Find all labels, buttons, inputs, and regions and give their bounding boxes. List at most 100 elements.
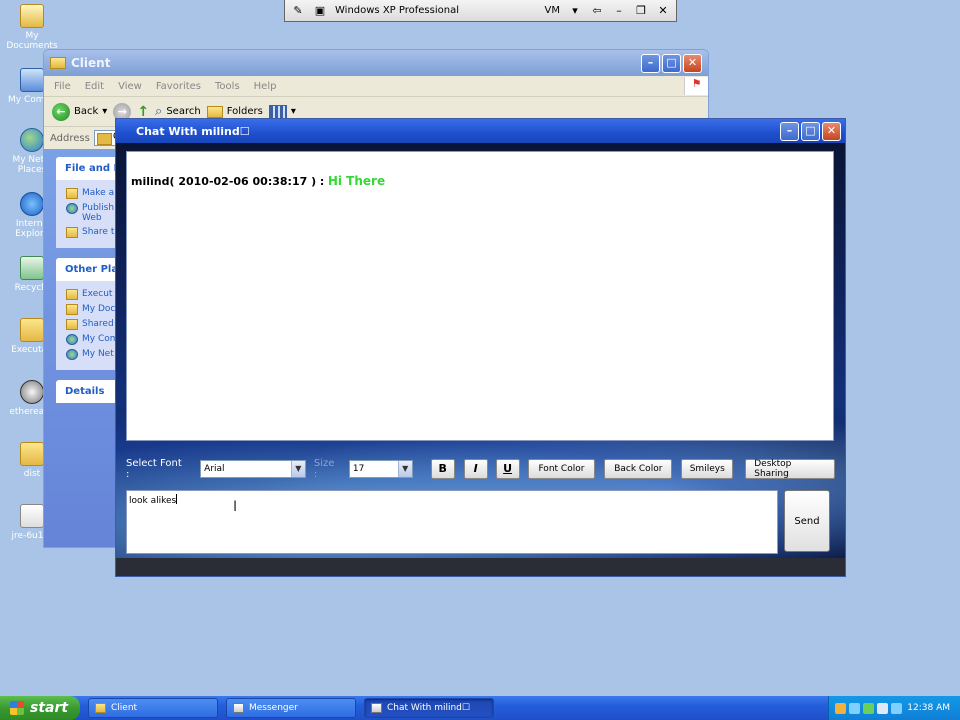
explorer-menubar: File Edit View Favorites Tools Help ⚑ bbox=[44, 76, 708, 97]
folder-icon bbox=[20, 442, 44, 466]
message-input-value: look alikes bbox=[129, 496, 177, 506]
publish-web-icon bbox=[66, 203, 78, 214]
internet-explorer-icon bbox=[20, 192, 44, 216]
network-icon bbox=[20, 128, 44, 152]
size-label: Size : bbox=[313, 458, 335, 480]
folders-label: Folders bbox=[226, 106, 263, 117]
size-select[interactable]: 17 ▼ bbox=[348, 460, 413, 478]
font-select[interactable]: Arial ▼ bbox=[200, 460, 306, 478]
share-folder-icon bbox=[66, 227, 78, 238]
close-button[interactable]: ✕ bbox=[683, 53, 702, 73]
close-icon[interactable]: ✕ bbox=[656, 4, 670, 17]
explorer-title: Client bbox=[71, 56, 111, 70]
explorer-titlebar[interactable]: Client – □ ✕ bbox=[44, 50, 708, 76]
java-installer-icon bbox=[20, 504, 44, 528]
task-make-folder[interactable]: Make a bbox=[66, 188, 116, 199]
pin-icon[interactable]: ✎ bbox=[291, 4, 305, 17]
task-label: Make a bbox=[82, 188, 115, 198]
security-alert-icon[interactable] bbox=[835, 702, 846, 714]
message-sender: milind( 2010-02-06 00:38:17 ) : bbox=[131, 175, 325, 188]
back-button[interactable]: ← Back ▾ bbox=[52, 102, 108, 121]
folder-icon bbox=[95, 703, 106, 713]
computer-icon bbox=[66, 334, 78, 345]
minimize-icon[interactable]: – bbox=[612, 4, 626, 17]
back-color-button[interactable]: Back Color bbox=[604, 459, 673, 479]
place-label: Execut bbox=[82, 289, 113, 299]
task-publish-web[interactable]: Publish Web bbox=[66, 203, 116, 223]
menu-tools[interactable]: Tools bbox=[215, 81, 240, 92]
taskbar-item-messenger[interactable]: Messenger bbox=[226, 698, 356, 718]
java-app-icon bbox=[233, 703, 244, 713]
other-places-head[interactable]: Other Plac bbox=[56, 258, 116, 281]
details-head[interactable]: Details bbox=[56, 380, 116, 403]
folder-icon bbox=[66, 289, 78, 300]
place-shared[interactable]: Shared bbox=[66, 319, 116, 330]
volume-icon[interactable] bbox=[877, 702, 888, 714]
chevron-down-icon[interactable]: ▼ bbox=[290, 461, 305, 477]
maximize-button[interactable]: □ bbox=[662, 53, 681, 73]
bold-button[interactable]: B bbox=[430, 459, 455, 479]
menu-favorites[interactable]: Favorites bbox=[156, 81, 201, 92]
task-label: Publish Web bbox=[82, 203, 115, 223]
views-button[interactable]: ▾ bbox=[268, 104, 296, 119]
taskbar-item-label: Client bbox=[111, 703, 138, 713]
start-button[interactable]: start bbox=[0, 696, 80, 720]
place-my-computer[interactable]: My Com bbox=[66, 334, 116, 345]
place-my-network[interactable]: My Net bbox=[66, 349, 116, 360]
taskbar-item-chat[interactable]: Chat With milind☐ bbox=[364, 698, 494, 718]
place-executables[interactable]: Execut bbox=[66, 289, 116, 300]
message-text: Hi There bbox=[327, 174, 386, 188]
taskbar-item-client[interactable]: Client bbox=[88, 698, 218, 718]
close-button[interactable]: ✕ bbox=[822, 121, 841, 141]
folder-icon bbox=[20, 318, 44, 342]
menu-file[interactable]: File bbox=[54, 81, 71, 92]
task-share[interactable]: Share t bbox=[66, 227, 116, 238]
size-value: 17 bbox=[352, 464, 365, 474]
desktop-icon-my-documents[interactable]: My Documents bbox=[0, 4, 64, 51]
menu-help[interactable]: Help bbox=[254, 81, 277, 92]
vmware-tools-icon[interactable] bbox=[863, 702, 874, 714]
minimize-button[interactable]: – bbox=[641, 53, 660, 73]
clock[interactable]: 12:38 AM bbox=[907, 703, 960, 713]
task-pane: File and Fo Make a Publish Web Share t O… bbox=[44, 149, 116, 547]
smileys-button[interactable]: Smileys bbox=[681, 459, 734, 479]
send-button[interactable]: Send bbox=[784, 490, 830, 552]
taskbar-item-label: Messenger bbox=[249, 703, 298, 713]
chevron-down-icon: ▾ bbox=[102, 106, 108, 117]
network-icon[interactable] bbox=[849, 702, 860, 714]
views-icon bbox=[268, 104, 287, 119]
chat-body: milind( 2010-02-06 00:38:17 ) : Hi There… bbox=[116, 143, 845, 576]
search-icon: ⌕ bbox=[155, 104, 163, 119]
java-app-icon bbox=[371, 703, 382, 713]
italic-button[interactable]: I bbox=[463, 459, 488, 479]
vm-title: Windows XP Professional bbox=[335, 5, 459, 16]
select-font-label: Select Font : bbox=[126, 458, 182, 480]
format-toolbar: Select Font : Arial ▼ Size : 17 ▼ B I U … bbox=[126, 458, 836, 480]
chevron-down-icon[interactable]: ▾ bbox=[568, 4, 582, 17]
place-my-documents[interactable]: My Doc bbox=[66, 304, 116, 315]
documents-icon bbox=[66, 304, 78, 315]
place-label: My Com bbox=[82, 334, 116, 344]
chat-titlebar[interactable]: Chat With milind☐ – □ ✕ bbox=[116, 119, 845, 143]
vm-window-icon: ▣ bbox=[314, 4, 326, 17]
computer-icon bbox=[20, 68, 44, 92]
restore-arrow-icon[interactable]: ⇦ bbox=[590, 4, 604, 17]
folders-button[interactable]: Folders bbox=[206, 105, 263, 118]
network-connection-icon[interactable] bbox=[891, 702, 902, 714]
file-folder-tasks-head[interactable]: File and Fo bbox=[56, 157, 116, 180]
chat-history[interactable]: milind( 2010-02-06 00:38:17 ) : Hi There bbox=[126, 151, 834, 441]
desktop-icon-label: dist bbox=[23, 469, 41, 479]
message-input[interactable]: look alikes I bbox=[126, 490, 778, 554]
menu-view[interactable]: View bbox=[118, 81, 142, 92]
windows-logo-icon bbox=[10, 701, 24, 715]
maximize-icon[interactable]: ❐ bbox=[634, 4, 648, 17]
minimize-button[interactable]: – bbox=[780, 121, 799, 141]
vm-menu[interactable]: VM bbox=[545, 5, 560, 16]
desktop-sharing-button[interactable]: Desktop Sharing bbox=[745, 459, 836, 479]
maximize-button[interactable]: □ bbox=[801, 121, 820, 141]
search-button[interactable]: ⌕ Search bbox=[155, 104, 201, 119]
chevron-down-icon[interactable]: ▼ bbox=[397, 461, 412, 477]
font-color-button[interactable]: Font Color bbox=[527, 459, 596, 479]
menu-edit[interactable]: Edit bbox=[85, 81, 104, 92]
underline-button[interactable]: U bbox=[495, 459, 520, 479]
